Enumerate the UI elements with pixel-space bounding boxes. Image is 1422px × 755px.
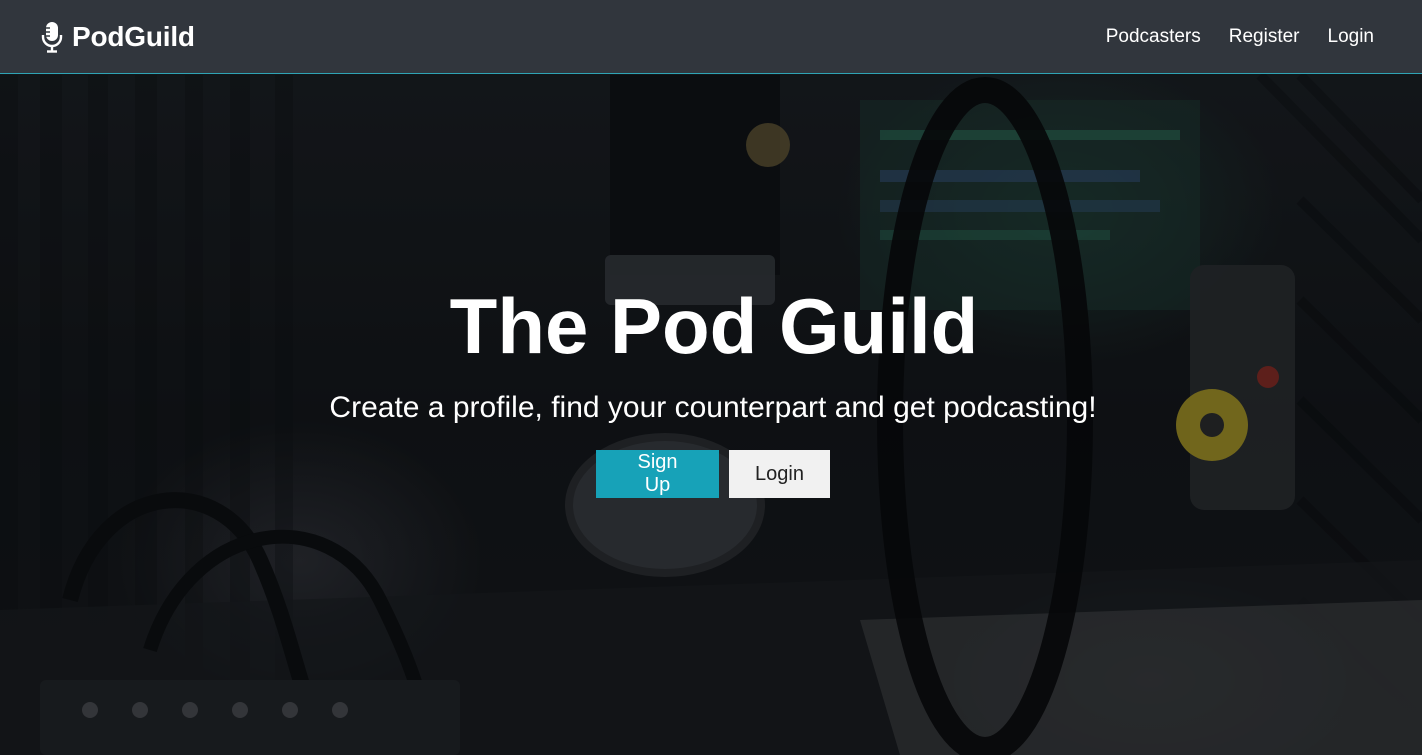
login-button[interactable]: Login: [729, 450, 830, 498]
brand-name: PodGuild: [72, 20, 195, 52]
hero-section: The Pod Guild Create a profile, find you…: [0, 280, 1422, 498]
hero-title: The Pod Guild: [449, 282, 979, 370]
nav-links: Podcasters Register Login: [1106, 26, 1374, 48]
landing-page: PodGuild Podcasters Register Login The P…: [0, 0, 1422, 755]
hero-subtitle: Create a profile, find your counterpart …: [329, 391, 1097, 424]
top-navbar: PodGuild Podcasters Register Login: [0, 0, 1422, 74]
hero-button-group: Sign Up Login: [0, 450, 1422, 498]
sign-up-button[interactable]: Sign Up: [596, 450, 719, 498]
nav-link-login[interactable]: Login: [1328, 26, 1375, 48]
brand-logo-link[interactable]: PodGuild: [40, 21, 195, 53]
nav-link-podcasters[interactable]: Podcasters: [1106, 26, 1201, 48]
microphone-icon: [40, 21, 64, 53]
nav-link-register[interactable]: Register: [1229, 26, 1300, 48]
